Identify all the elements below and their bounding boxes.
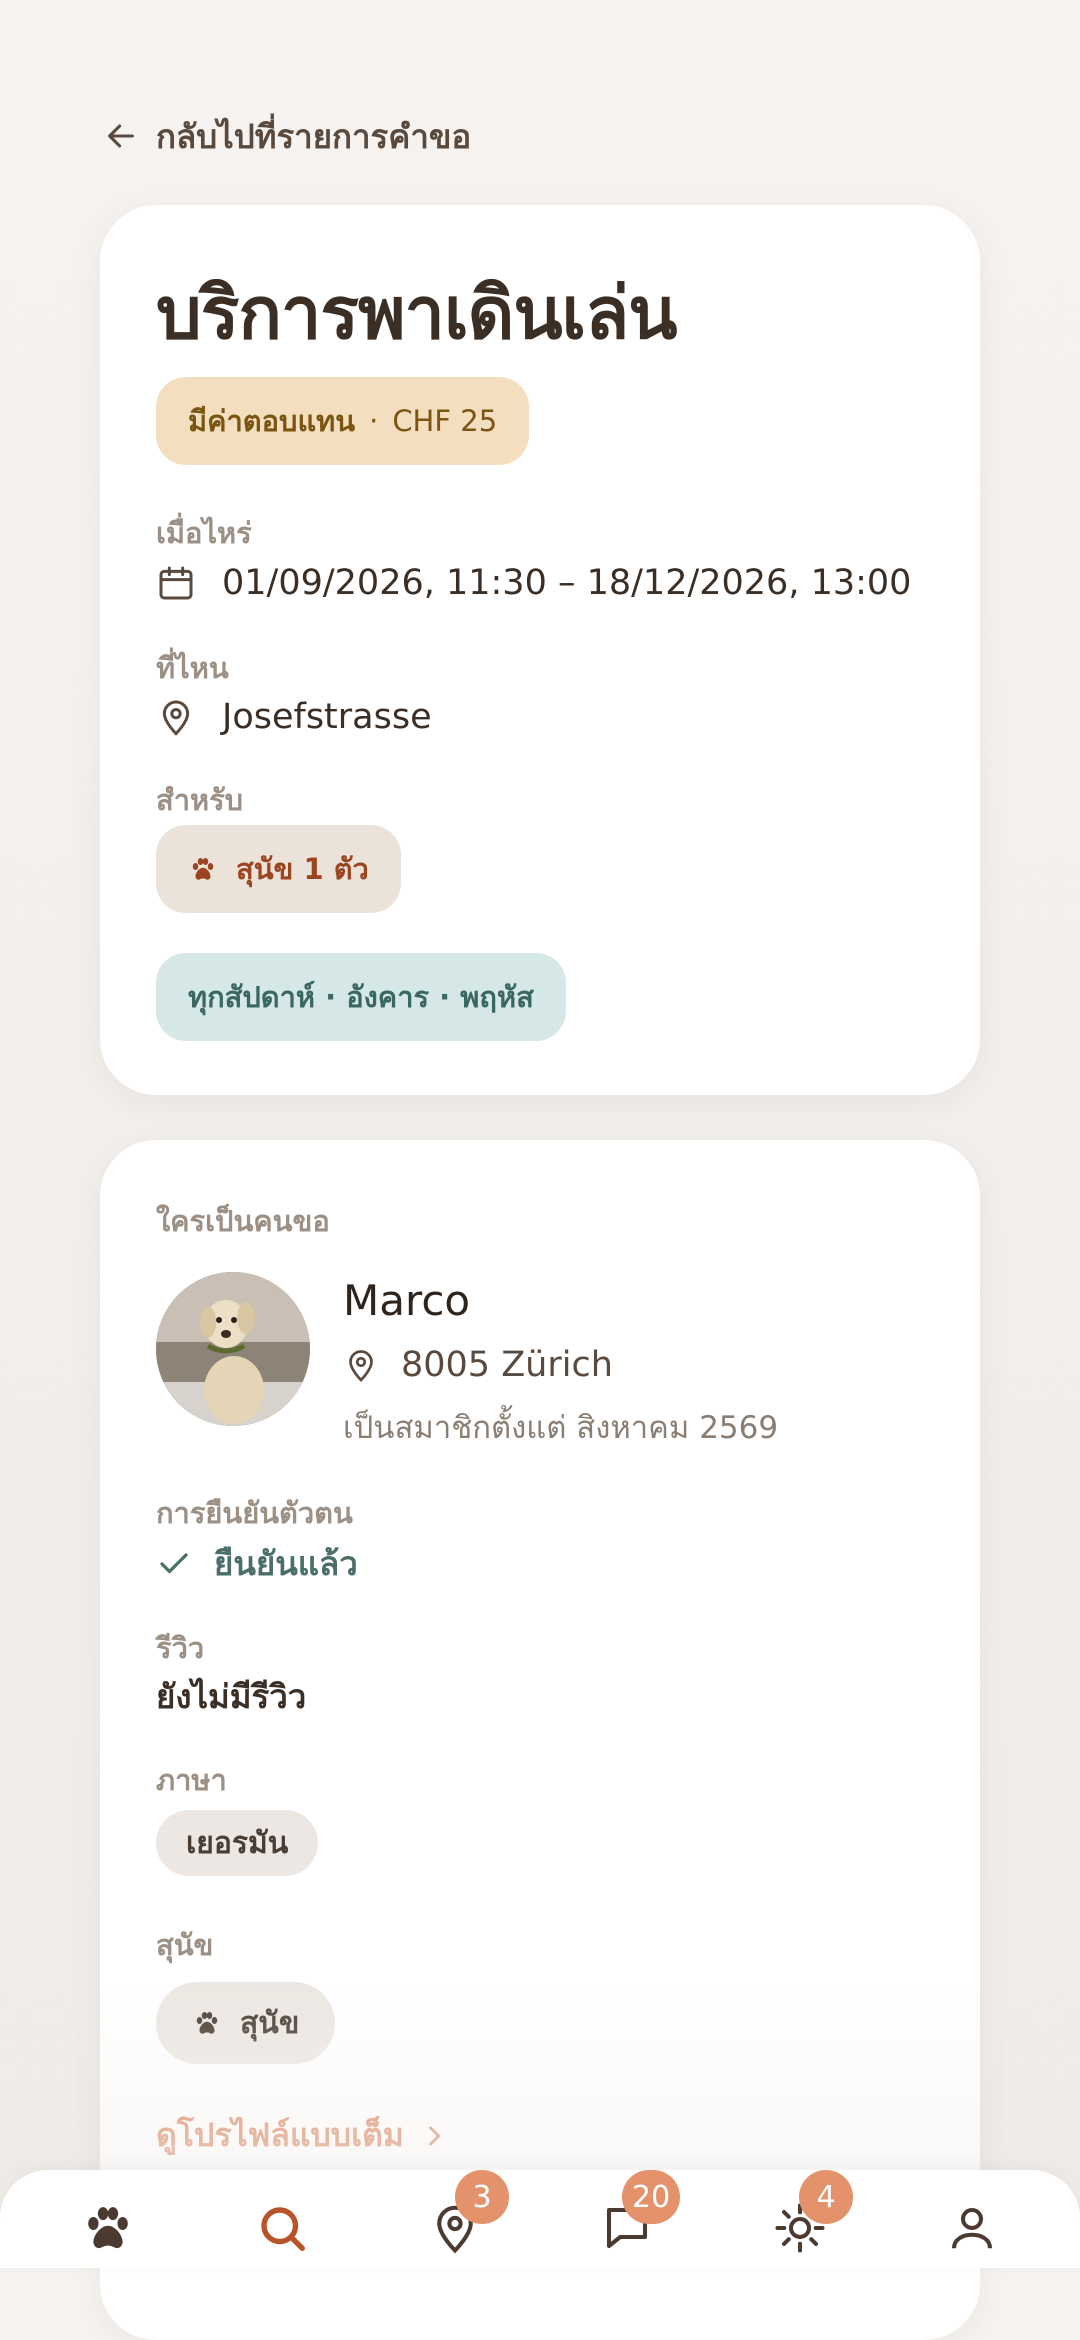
reviews-label: รีวิว [156,1631,205,1665]
paw-icon [88,2207,128,2249]
nav-map-badge: 3 [455,2170,509,2224]
nav-search[interactable] [252,2198,312,2258]
location-pin-icon [349,1350,373,1382]
verification-value: ยืนยันแล้ว [214,1544,358,1583]
arrow-left-icon [108,124,134,148]
verification-label: การยืนยันตัวตน [156,1496,353,1530]
request-title: บริการพาเดินเล่น [156,271,677,355]
request-card: บริการพาเดินเล่น มีค่าตอบแทน · CHF 25 เม… [100,205,980,1095]
calendar-icon [159,566,193,600]
dog-value: สุนัข [240,2005,300,2041]
search-icon [261,2207,305,2251]
profile-icon [951,2207,993,2249]
verification-status: ยืนยันแล้ว [156,1537,358,1590]
nav-sun-badge: 4 [799,2170,853,2224]
pet-value: สุนัข 1 ตัว [236,852,369,886]
location-pin-icon [162,700,190,736]
when-label: เมื่อไหร่ [156,516,252,550]
member-since: เป็นสมาชิกตั้งแต่ สิงหาคม 2569 [343,1410,779,1446]
where-value: Josefstrasse [222,697,432,737]
bottom-nav: 3 20 4 [0,2170,1080,2268]
requester-location-row: 8005 Zürich [343,1345,613,1385]
dog-chip: สุนัข [156,1982,336,2064]
payment-sep: · [369,404,379,438]
nav-paw[interactable] [78,2198,138,2258]
dog-photo-icon [156,1272,310,1426]
paw-icon [196,2012,218,2034]
reviews-value: ยังไม่มีรีวิว [156,1677,307,1716]
back-label: กลับไปที่รายการคำขอ [156,116,472,156]
back-link[interactable]: กลับไปที่รายการคำขอ [104,112,471,160]
when-row: 01/09/2026, 11:30 – 18/12/2026, 13:00 [156,563,911,603]
requester-card: ใครเป็นคนขอ Marco 8005 Zürich เป็นสมาชิก… [100,1140,980,2340]
schedule-value: ทุกสัปดาห์ · อังคาร · พฤหัส [188,980,534,1014]
payment-amount: CHF 25 [392,404,498,438]
chevron-right-icon [428,2125,440,2146]
language-label: ภาษา [156,1763,227,1797]
where-label: ที่ไหน [156,651,229,685]
requester-name: Marco [343,1276,471,1325]
avatar[interactable] [156,1272,310,1426]
requester-section-label: ใครเป็นคนขอ [156,1204,330,1238]
for-label: สำหรับ [156,783,244,817]
requester-location: 8005 Zürich [401,1345,613,1385]
full-profile-link[interactable]: ดูโปรไฟล์แบบเต็ม [156,2110,448,2161]
pet-pill: สุนัข 1 ตัว [156,825,401,913]
dogs-label: สุนัข [156,1928,214,1962]
check-icon [160,1552,188,1573]
where-row: Josefstrasse [156,697,432,737]
paw-icon [192,858,214,880]
full-profile-label: ดูโปรไฟล์แบบเต็ม [156,2116,404,2154]
language-chip: เยอรมัน [156,1810,319,1876]
nav-profile[interactable] [942,2198,1002,2258]
schedule-pill: ทุกสัปดาห์ · อังคาร · พฤหัส [156,953,566,1041]
payment-label: มีค่าตอบแทน [188,404,356,438]
language-value: เยอรมัน [186,1825,289,1861]
payment-pill: มีค่าตอบแทน · CHF 25 [156,377,530,465]
nav-chat-badge: 20 [622,2170,681,2224]
when-value: 01/09/2026, 11:30 – 18/12/2026, 13:00 [222,563,912,603]
